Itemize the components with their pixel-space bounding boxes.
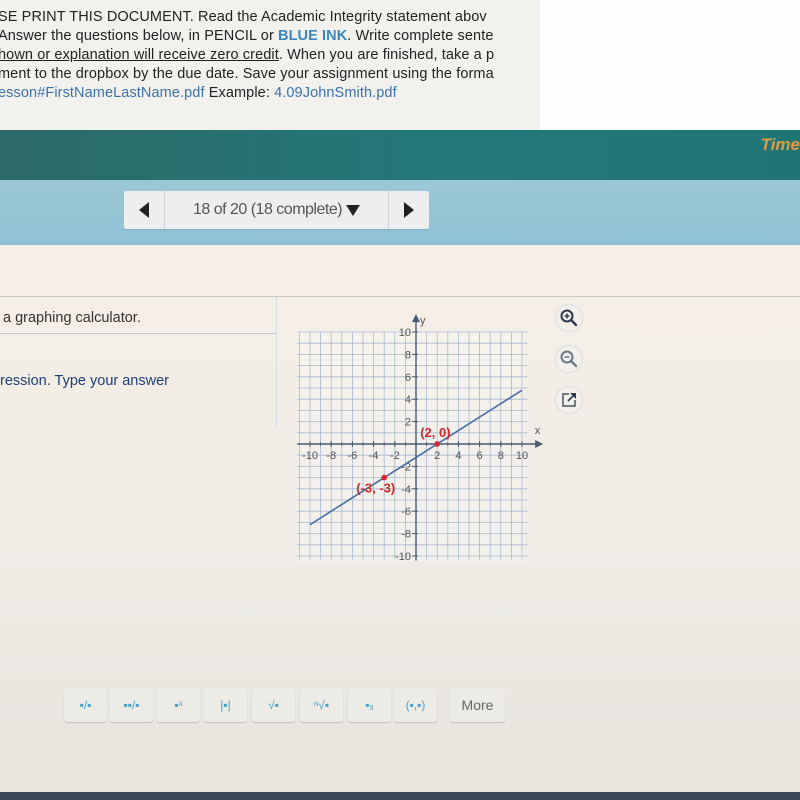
subscript-button[interactable]: ▪ₓ — [348, 688, 391, 722]
mixed-number-button[interactable]: ▪▪/▪ — [110, 688, 153, 722]
question-pager: 18 of 20 (18 complete) — [124, 191, 429, 229]
triangle-right-icon — [404, 202, 414, 218]
fraction-button[interactable]: ▪/▪ — [64, 688, 107, 722]
instruction-text: Answer the questions below, in PENCIL or — [0, 28, 279, 44]
question-divider — [0, 333, 277, 334]
ordered-pair-icon: (▪,▪) — [405, 698, 426, 712]
absolute-value-icon: |▪| — [220, 698, 231, 712]
zoom-out-icon — [560, 350, 578, 368]
zoom-in-icon — [560, 309, 578, 327]
document-instructions: SE PRINT THIS DOCUMENT. Read the Academi… — [0, 0, 540, 130]
blue-ink-text: BLUE INK — [278, 28, 348, 44]
instruction-line-5: esson#FirstNameLastName.pdf Example: 4.0… — [0, 85, 397, 101]
filename-example: 4.09JohnSmith.pdf — [274, 85, 397, 101]
instruction-text: . When you are finished, take a p — [278, 47, 495, 63]
instruction-line-3: hown or explanation will receive zero cr… — [0, 47, 494, 63]
zoom-in-button[interactable] — [556, 305, 582, 331]
os-taskbar — [0, 792, 800, 800]
open-in-new-window-button[interactable] — [556, 387, 582, 413]
subscript-icon: ▪ₓ — [365, 698, 374, 712]
question-navigation-bar: 18 of 20 (18 complete) — [0, 180, 800, 245]
zero-credit-warning: hown or explanation will receive zero cr… — [0, 47, 279, 63]
previous-question-button[interactable] — [124, 191, 165, 229]
content-divider — [0, 296, 800, 297]
filename-format: esson#FirstNameLastName.pdf — [0, 85, 205, 101]
instruction-text: Example: — [204, 85, 275, 101]
panel-divider — [276, 297, 277, 427]
more-button[interactable]: More — [450, 688, 505, 722]
question-progress-label: 18 of 20 (18 complete) — [192, 201, 343, 218]
nth-root-button[interactable]: ⁿ√▪ — [300, 688, 343, 722]
fraction-icon: ▪/▪ — [79, 698, 92, 712]
square-root-button[interactable]: √▪ — [252, 688, 295, 722]
instruction-line-2: Answer the questions below, in PENCIL or… — [0, 28, 493, 44]
ordered-pair-button[interactable]: (▪,▪) — [394, 688, 437, 722]
document-margin — [540, 0, 800, 130]
mixed-number-icon: ▪▪/▪ — [123, 698, 140, 712]
instruction-line-1: SE PRINT THIS DOCUMENT. Read the Academi… — [0, 9, 487, 25]
absolute-value-button[interactable]: |▪| — [204, 688, 247, 722]
instruction-line-4: ment to the dropbox by the due date. Sav… — [0, 66, 494, 82]
external-link-icon — [562, 393, 576, 407]
square-root-icon: √▪ — [268, 698, 279, 712]
instruction-text: . Write complete sente — [347, 28, 494, 44]
triangle-left-icon — [139, 202, 149, 218]
timer-label[interactable]: Time — [761, 135, 800, 155]
question-text-1: a graphing calculator. — [3, 310, 141, 326]
app-header: Time — [0, 130, 800, 180]
triangle-down-icon — [346, 204, 361, 216]
nth-root-icon: ⁿ√▪ — [313, 698, 330, 712]
exponent-icon: ▪ˣ — [174, 698, 183, 712]
next-question-button[interactable] — [389, 191, 429, 229]
question-text-2: ression. Type your answer — [0, 373, 169, 389]
question-selector-dropdown[interactable]: 18 of 20 (18 complete) — [165, 191, 389, 229]
zoom-out-button[interactable] — [556, 346, 582, 372]
exponent-button[interactable]: ▪ˣ — [157, 688, 200, 722]
